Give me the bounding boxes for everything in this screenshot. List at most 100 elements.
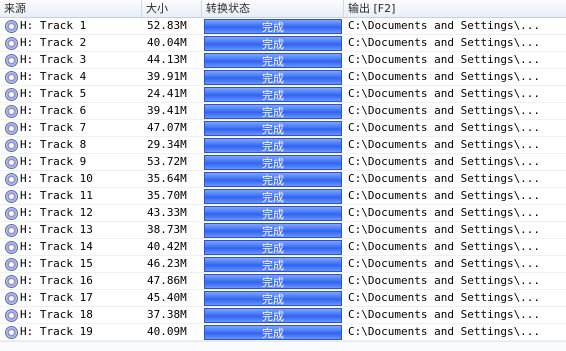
table-row[interactable]: H: Track 15 46.23M 完成 C:\Documents and Sett… [0, 256, 566, 273]
table-row[interactable]: H: Track 2 40.04M 完成 C:\Documents and Setti… [0, 35, 566, 52]
table-row[interactable]: H: Track 6 39.41M 完成 C:\Documents and Setti… [0, 103, 566, 120]
output-path-cell[interactable]: C:\Documents and Settings\... [344, 188, 566, 204]
table-row[interactable]: H: Track 3 44.13M 完成 C:\Documents and Setti… [0, 52, 566, 69]
status-cell: 完成 [202, 222, 344, 238]
table-row[interactable]: H: Track 18 37.38M 完成 C:\Documents and Sett… [0, 307, 566, 324]
source-label: H: Track 15 [20, 257, 93, 270]
table-row[interactable]: H: Track 14 40.42M 完成 C:\Documents and Sett… [0, 239, 566, 256]
table-row[interactable]: H: Track 10 35.64M 完成 C:\Documents and Sett… [0, 171, 566, 188]
table-row[interactable]: H: Track 5 24.41M 完成 C:\Documents and Setti… [0, 86, 566, 103]
size-cell: 29.34M [147, 138, 187, 151]
source-cell: H: Track 9 [0, 154, 142, 170]
progress-bar: 完成 [204, 87, 342, 102]
size-cell: 45.40M [147, 291, 187, 304]
table-row[interactable]: H: Track 17 45.40M 完成 C:\Documents and Sett… [0, 290, 566, 307]
table-row[interactable]: H: Track 7 47.07M 完成 C:\Documents and Setti… [0, 120, 566, 137]
progress-bar: 完成 [204, 308, 342, 323]
progress-bar: 完成 [204, 291, 342, 306]
output-path-cell[interactable]: C:\Documents and Settings\... [344, 52, 566, 68]
status-cell: 完成 [202, 273, 344, 289]
output-path-cell[interactable]: C:\Documents and Settings\... [344, 69, 566, 85]
size-cell: 47.07M [147, 121, 187, 134]
status-cell: 完成 [202, 290, 344, 306]
table-row[interactable]: H: Track 12 43.33M 完成 C:\Documents and Sett… [0, 205, 566, 222]
source-label: H: Track 8 [20, 138, 87, 151]
size-cell: 52.83M [147, 19, 187, 32]
output-path-cell[interactable]: C:\Documents and Settings\... [344, 273, 566, 289]
progress-bar: 完成 [204, 172, 342, 187]
table-row[interactable]: H: Track 19 40.09M 完成 C:\Documents and Sett… [0, 324, 566, 341]
size-cell: 40.04M [147, 36, 187, 49]
progress-bar: 完成 [204, 104, 342, 119]
progress-bar: 完成 [204, 223, 342, 238]
column-header-size[interactable]: 大小 [142, 0, 202, 17]
status-cell: 完成 [202, 239, 344, 255]
output-path-cell[interactable]: C:\Documents and Settings\... [344, 307, 566, 323]
status-cell: 完成 [202, 256, 344, 272]
size-cell: 53.72M [147, 155, 187, 168]
disc-icon [5, 172, 18, 186]
source-label: H: Track 5 [20, 87, 87, 100]
table-row[interactable]: H: Track 13 38.73M 完成 C:\Documents and Sett… [0, 222, 566, 239]
status-cell: 完成 [202, 171, 344, 187]
output-path-cell[interactable]: C:\Documents and Settings\... [344, 205, 566, 221]
output-path-cell[interactable]: C:\Documents and Settings\... [344, 103, 566, 119]
disc-icon [5, 206, 18, 220]
table-row[interactable]: H: Track 8 29.34M 完成 C:\Documents and Setti… [0, 137, 566, 154]
status-cell: 完成 [202, 120, 344, 136]
source-cell: H: Track 1 [0, 18, 142, 34]
size-cell: 40.42M [147, 240, 187, 253]
source-cell: H: Track 19 [0, 324, 142, 340]
progress-bar: 完成 [204, 325, 342, 340]
size-cell: 40.09M [147, 325, 187, 338]
column-header-output[interactable]: 输出 [F2] [344, 0, 566, 17]
status-cell: 完成 [202, 307, 344, 323]
size-cell: 47.86M [147, 274, 187, 287]
size-cell: 43.33M [147, 206, 187, 219]
source-cell: H: Track 2 [0, 35, 142, 51]
output-path-cell[interactable]: C:\Documents and Settings\... [344, 324, 566, 340]
source-label: H: Track 19 [20, 325, 93, 338]
table-row[interactable]: H: Track 9 53.72M 完成 C:\Documents and Setti… [0, 154, 566, 171]
source-cell: H: Track 14 [0, 239, 142, 255]
status-cell: 完成 [202, 86, 344, 102]
size-cell: 39.91M [147, 70, 187, 83]
output-path-cell[interactable]: C:\Documents and Settings\... [344, 171, 566, 187]
source-label: H: Track 4 [20, 70, 87, 83]
status-cell: 完成 [202, 35, 344, 51]
table-row[interactable]: H: Track 1 52.83M 完成 C:\Documents and Setti… [0, 18, 566, 35]
output-path-cell[interactable]: C:\Documents and Settings\... [344, 18, 566, 34]
size-cell: 35.70M [147, 189, 187, 202]
source-cell: H: Track 11 [0, 188, 142, 204]
size-cell: 44.13M [147, 53, 187, 66]
output-path-cell[interactable]: C:\Documents and Settings\... [344, 256, 566, 272]
table-row[interactable]: H: Track 4 39.91M 完成 C:\Documents and Setti… [0, 69, 566, 86]
output-path-cell[interactable]: C:\Documents and Settings\... [344, 86, 566, 102]
progress-bar: 完成 [204, 155, 342, 170]
progress-bar: 完成 [204, 70, 342, 85]
status-cell: 完成 [202, 205, 344, 221]
output-path-cell[interactable]: C:\Documents and Settings\... [344, 239, 566, 255]
column-header-source[interactable]: 来源 [0, 0, 142, 17]
horizontal-scrollbar[interactable] [0, 341, 566, 351]
source-cell: H: Track 17 [0, 290, 142, 306]
source-label: H: Track 18 [20, 308, 93, 321]
progress-bar: 完成 [204, 121, 342, 136]
status-cell: 完成 [202, 52, 344, 68]
output-path-cell[interactable]: C:\Documents and Settings\... [344, 35, 566, 51]
source-cell: H: Track 6 [0, 103, 142, 119]
progress-bar: 完成 [204, 206, 342, 221]
output-path-cell[interactable]: C:\Documents and Settings\... [344, 290, 566, 306]
output-path-cell[interactable]: C:\Documents and Settings\... [344, 120, 566, 136]
column-header-status[interactable]: 转换状态 [202, 0, 344, 17]
disc-icon [5, 155, 18, 169]
table-row[interactable]: H: Track 16 47.86M 完成 C:\Documents and Sett… [0, 273, 566, 290]
output-path-cell[interactable]: C:\Documents and Settings\... [344, 137, 566, 153]
progress-bar: 完成 [204, 240, 342, 255]
disc-icon [5, 189, 18, 203]
status-cell: 完成 [202, 154, 344, 170]
size-cell: 37.38M [147, 308, 187, 321]
output-path-cell[interactable]: C:\Documents and Settings\... [344, 222, 566, 238]
table-row[interactable]: H: Track 11 35.70M 完成 C:\Documents and Sett… [0, 188, 566, 205]
output-path-cell[interactable]: C:\Documents and Settings\... [344, 154, 566, 170]
